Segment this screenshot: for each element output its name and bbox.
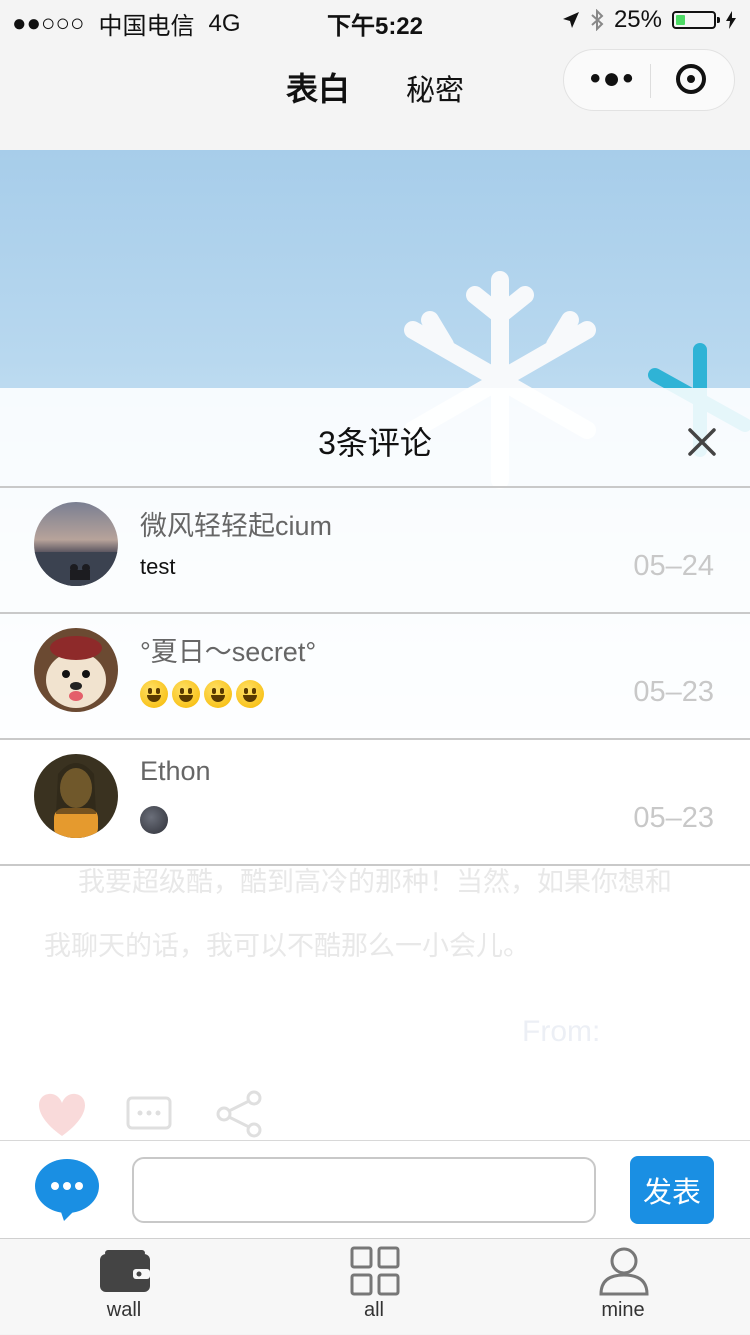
comment-emoji-row — [140, 680, 264, 708]
comment-text: test — [140, 554, 176, 579]
grinning-face-emoji — [172, 680, 200, 708]
send-button[interactable]: 发表 — [630, 1156, 714, 1224]
comments-count-title: 3条评论 — [318, 425, 432, 461]
comment-input[interactable] — [132, 1157, 596, 1223]
tab-all[interactable]: all — [284, 1239, 464, 1335]
comments-header: 3条评论 — [0, 388, 750, 488]
tab-confession[interactable]: 表白 — [286, 64, 350, 110]
status-bar: ●●○○○ 中国电信 4G 下午5:22 25% — [0, 0, 750, 40]
tab-label: wall — [106, 1299, 142, 1321]
comment-date: 05–23 — [633, 802, 714, 834]
comment-input-bar: 发表 — [0, 1140, 750, 1238]
heart-icon[interactable] — [34, 1092, 90, 1138]
comment-item[interactable]: °夏日～secret° 05–23 — [0, 614, 750, 740]
tab-label: all — [363, 1299, 384, 1321]
commenter-name: °夏日～secret° — [140, 637, 317, 667]
battery-fill — [676, 15, 685, 25]
capsule-divider — [650, 64, 651, 98]
bottom-tab-bar: wall all mine — [0, 1238, 750, 1334]
nav-bar: 表白 秘密 •●• — [0, 40, 750, 150]
location-arrow-icon — [562, 12, 579, 28]
chat-bubble-icon[interactable] — [34, 1157, 100, 1221]
grinning-face-emoji — [140, 680, 168, 708]
new-moon-face-emoji — [140, 806, 168, 834]
comment-emoji-row — [140, 806, 168, 834]
more-icon[interactable]: •●• — [590, 64, 635, 94]
battery-percent: 25% — [613, 6, 662, 33]
close-miniprogram-icon[interactable] — [676, 64, 706, 94]
person-icon — [599, 1247, 649, 1296]
battery-icon — [672, 11, 720, 29]
share-icon[interactable] — [214, 1090, 264, 1138]
status-right: 25% — [562, 6, 736, 34]
charging-icon — [726, 11, 736, 29]
commenter-name: 微风轻轻起cium — [140, 511, 333, 541]
close-icon[interactable] — [686, 426, 718, 458]
sunset-avatar[interactable] — [34, 502, 118, 586]
tab-mine[interactable]: mine — [533, 1239, 713, 1335]
grid-icon — [350, 1246, 400, 1296]
dog-avatar[interactable] — [34, 628, 118, 712]
tab-label: mine — [601, 1299, 645, 1321]
comment-date: 05–24 — [633, 550, 714, 582]
comment-icon[interactable] — [126, 1096, 172, 1136]
mona-lisa-avatar[interactable] — [34, 754, 118, 838]
tab-secret[interactable]: 秘密 — [406, 67, 464, 109]
miniprogram-capsule: •●• — [563, 49, 735, 111]
tab-wall[interactable]: wall — [34, 1239, 214, 1335]
grinning-face-emoji — [204, 680, 232, 708]
comment-date: 05–23 — [633, 676, 714, 708]
post-action-icons — [34, 1090, 274, 1140]
comment-item[interactable]: 微风轻轻起cium test 05–24 — [0, 488, 750, 614]
grinning-face-emoji — [236, 680, 264, 708]
comment-item[interactable]: Ethon 05–23 — [0, 740, 750, 866]
comments-sheet: 3条评论 微风轻轻起cium test 05–24 °夏日～secret° 05… — [0, 388, 750, 866]
post-from-label: From: — [522, 1015, 601, 1048]
post-text-line-2: 我聊天的话，我可以不酷那么一小会儿。 — [44, 931, 530, 961]
commenter-name: Ethon — [140, 756, 211, 786]
wallet-icon — [100, 1250, 150, 1292]
bluetooth-icon — [591, 9, 604, 31]
